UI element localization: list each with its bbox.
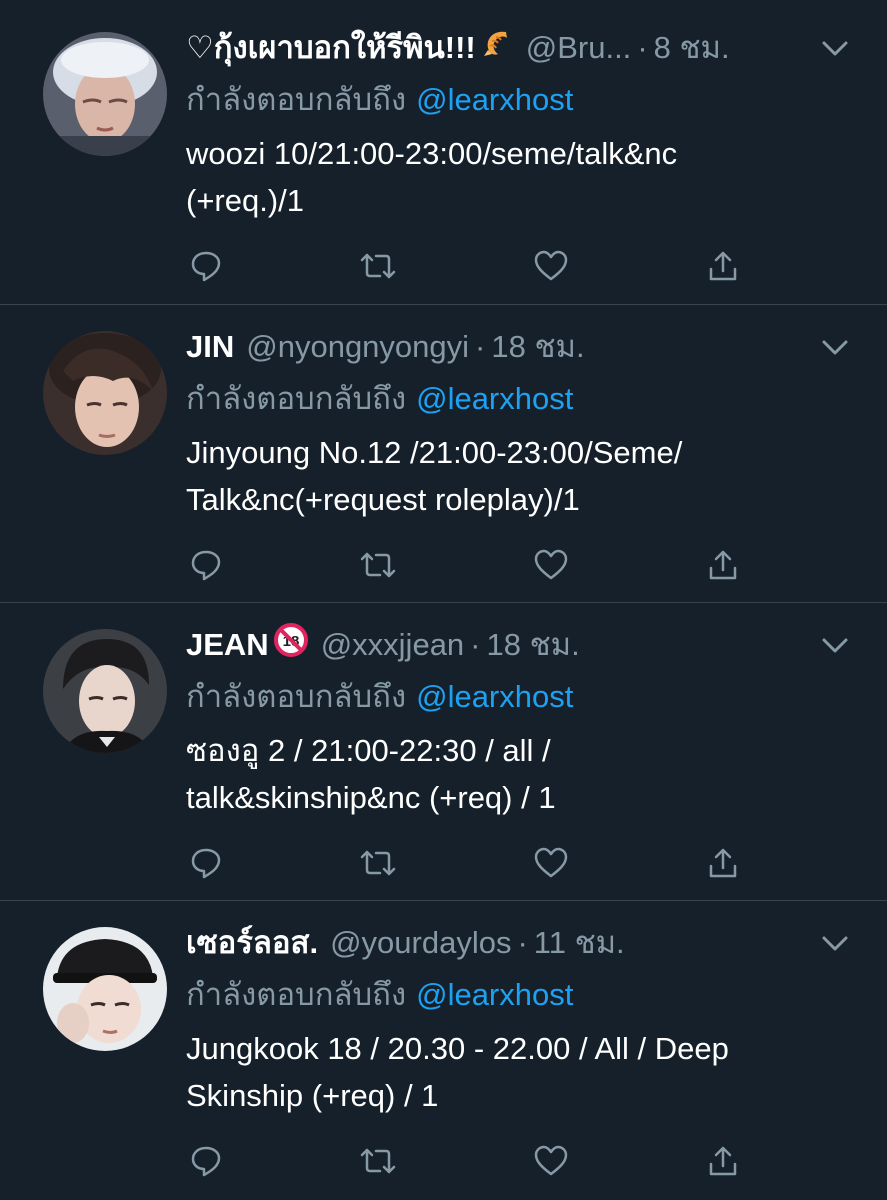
user-handle[interactable]: @Bru... <box>526 28 632 68</box>
mention-link[interactable]: @learxhost <box>416 381 573 416</box>
chevron-down-icon[interactable] <box>821 637 849 655</box>
share-icon <box>709 848 737 878</box>
tweet[interactable]: ♡กุ้งเผาบอกให้รีพิน!!! @Bru... · 8 ชม. ก… <box>0 6 887 305</box>
replying-to-label: กำลังตอบกลับถึง <box>186 381 407 416</box>
avatar-image <box>43 629 167 753</box>
retweet-button[interactable] <box>358 1141 398 1181</box>
user-handle[interactable]: @yourdaylos <box>330 923 511 963</box>
heart-icon <box>534 847 568 878</box>
chevron-down-icon[interactable] <box>821 40 849 58</box>
timestamp[interactable]: 18 ชม. <box>487 625 580 665</box>
separator-dot: · <box>470 627 481 662</box>
tweet-text: Jinyoung No.12 /21:00-23:00/Seme/ Talk&n… <box>186 429 846 523</box>
tweet-text: ซองอู 2 / 21:00-22:30 / all / talk&skins… <box>186 727 846 821</box>
tweet-header: ♡กุ้งเผาบอกให้รีพิน!!! @Bru... · 8 ชม. <box>186 28 826 68</box>
replying-to-label: กำลังตอบกลับถึง <box>186 82 407 117</box>
tweet-text-line: Skinship (+req) / 1 <box>186 1078 439 1113</box>
avatar[interactable] <box>43 331 167 455</box>
replying-to: กำลังตอบกลับถึง @learxhost <box>186 677 573 717</box>
timestamp[interactable]: 11 ชม. <box>534 923 625 963</box>
retweet-button[interactable] <box>358 843 398 883</box>
chevron-down-icon[interactable] <box>821 935 849 953</box>
retweet-icon <box>360 1148 396 1174</box>
share-button[interactable] <box>703 1141 743 1181</box>
tweet-text-line: talk&skinship&nc (+req) / 1 <box>186 780 556 815</box>
reply-button[interactable] <box>186 246 226 286</box>
mention-link[interactable]: @learxhost <box>416 82 573 117</box>
reply-icon <box>191 550 221 581</box>
reply-icon <box>191 1146 221 1177</box>
retweet-icon <box>360 253 396 279</box>
avatar-image <box>43 927 167 1051</box>
retweet-button[interactable] <box>358 246 398 286</box>
replying-to-label: กำลังตอบกลับถึง <box>186 977 407 1012</box>
timestamp[interactable]: 18 ชม. <box>491 327 584 367</box>
share-button[interactable] <box>703 843 743 883</box>
tweet[interactable]: เซอร์ลอส. @yourdaylos · 11 ชม. กำลังตอบก… <box>0 901 887 1200</box>
display-name[interactable]: JIN <box>186 327 234 367</box>
retweet-icon <box>360 552 396 578</box>
tweet-text-line: (+req.)/1 <box>186 183 305 218</box>
tweet-actions <box>186 1141 746 1181</box>
reply-button[interactable] <box>186 843 226 883</box>
tweet-text: woozi 10/21:00-23:00/seme/talk&nc (+req.… <box>186 130 846 224</box>
tweet[interactable]: JIN @nyongnyongyi · 18 ชม. กำลังตอบกลับถ… <box>0 305 887 603</box>
reply-button[interactable] <box>186 1141 226 1181</box>
heart-icon <box>534 549 568 580</box>
tweet-text-line: ซองอู 2 / 21:00-22:30 / all / <box>186 733 551 768</box>
avatar[interactable] <box>43 32 167 156</box>
like-button[interactable] <box>531 843 571 883</box>
tweet-text-line: woozi 10/21:00-23:00/seme/talk&nc <box>186 136 678 171</box>
mention-link[interactable]: @learxhost <box>416 679 573 714</box>
share-icon <box>709 1146 737 1176</box>
tweet-actions <box>186 246 746 286</box>
tweet-text: Jungkook 18 / 20.30 - 22.00 / All / Deep… <box>186 1025 846 1119</box>
separator-dot: · <box>517 925 528 960</box>
replying-to: กำลังตอบกลับถึง @learxhost <box>186 975 573 1015</box>
reply-button[interactable] <box>186 545 226 585</box>
share-button[interactable] <box>703 545 743 585</box>
tweet-header: เซอร์ลอส. @yourdaylos · 11 ชม. <box>186 923 826 963</box>
replying-to-label: กำลังตอบกลับถึง <box>186 679 407 714</box>
display-name[interactable]: เซอร์ลอส. <box>186 923 318 963</box>
share-button[interactable] <box>703 246 743 286</box>
avatar-image <box>43 331 167 455</box>
tweet-header: JIN @nyongnyongyi · 18 ชม. <box>186 327 826 367</box>
display-name[interactable]: ♡กุ้งเผาบอกให้รีพิน!!! <box>186 28 476 68</box>
like-button[interactable] <box>531 1141 571 1181</box>
reply-icon <box>191 848 221 879</box>
tweet-actions <box>186 545 746 585</box>
tweet-text-line: Jinyoung No.12 /21:00-23:00/Seme/ <box>186 435 683 470</box>
avatar[interactable] <box>43 927 167 1051</box>
reply-icon <box>191 251 221 282</box>
tweet-actions <box>186 843 746 883</box>
heart-icon <box>534 250 568 281</box>
share-icon <box>709 550 737 580</box>
user-handle[interactable]: @xxxjjean <box>321 625 464 665</box>
display-name[interactable]: JEAN <box>186 625 269 665</box>
tweet-header: JEAN 18 @xxxjjean · 18 ชม. <box>186 622 826 668</box>
tweet-text-line: Jungkook 18 / 20.30 - 22.00 / All / Deep <box>186 1031 729 1066</box>
retweet-icon <box>360 850 396 876</box>
separator-dot: · <box>637 30 648 65</box>
like-button[interactable] <box>531 246 571 286</box>
mention-link[interactable]: @learxhost <box>416 977 573 1012</box>
retweet-button[interactable] <box>358 545 398 585</box>
separator-dot: · <box>475 329 486 364</box>
no-under-18-emoji: 18 <box>273 622 309 668</box>
timeline: ♡กุ้งเผาบอกให้รีพิน!!! @Bru... · 8 ชม. ก… <box>0 0 887 1200</box>
timestamp[interactable]: 8 ชม. <box>654 28 730 68</box>
tweet[interactable]: JEAN 18 @xxxjjean · 18 ชม. กำลังตอบกลับถ… <box>0 603 887 901</box>
like-button[interactable] <box>531 545 571 585</box>
replying-to: กำลังตอบกลับถึง @learxhost <box>186 80 573 120</box>
shrimp-emoji <box>480 26 514 70</box>
tweet-text-line: Talk&nc(+request roleplay)/1 <box>186 482 580 517</box>
chevron-down-icon[interactable] <box>821 339 849 357</box>
heart-icon <box>534 1145 568 1176</box>
avatar-image <box>43 32 167 156</box>
replying-to: กำลังตอบกลับถึง @learxhost <box>186 379 573 419</box>
share-icon <box>709 251 737 281</box>
user-handle[interactable]: @nyongnyongyi <box>246 327 469 367</box>
avatar[interactable] <box>43 629 167 753</box>
